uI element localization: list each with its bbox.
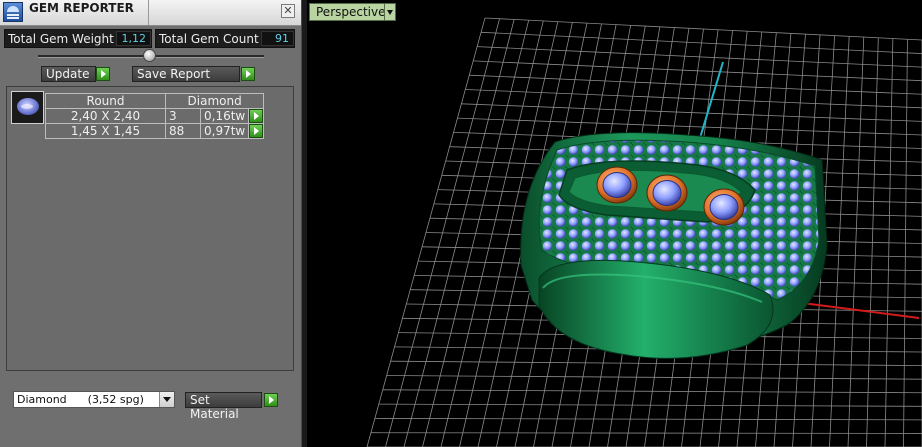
chevron-down-icon[interactable] — [384, 3, 396, 21]
total-count-label: Total Gem Count — [159, 32, 259, 46]
header-material: Diamond — [164, 93, 265, 109]
total-count-field: 91 — [261, 31, 294, 46]
row-play-arrow-icon[interactable] — [249, 124, 264, 138]
gem-weight: 0,16tw — [199, 108, 250, 124]
gem-list: Round Diamond 2,40 X 2,40 3 0,16tw 1,45 … — [6, 86, 294, 371]
3d-viewport[interactable]: Perspective — [307, 0, 922, 447]
viewport-scene — [366, 17, 922, 447]
update-button-label: Update — [46, 67, 90, 81]
row-play-arrow-icon[interactable] — [249, 109, 264, 123]
gem-size: 2,40 X 2,40 — [45, 108, 166, 124]
header-shape: Round — [45, 93, 166, 109]
ring-model[interactable] — [520, 132, 828, 359]
update-play-arrow-icon[interactable] — [96, 67, 110, 81]
gem-count: 3 — [165, 108, 201, 124]
size-slider-handle[interactable] — [143, 49, 156, 62]
save-report-play-arrow-icon[interactable] — [241, 67, 255, 81]
title-divider — [148, 0, 149, 25]
gem-reporter-icon — [3, 2, 23, 22]
update-button[interactable]: Update — [41, 66, 96, 82]
close-icon[interactable]: ✕ — [281, 4, 295, 18]
material-select[interactable]: Diamond (3,52 spg) — [13, 391, 175, 408]
round-diamond-icon[interactable] — [11, 91, 44, 124]
set-material-button-label: Set Material — [190, 393, 239, 421]
title-bar: GEM REPORTER ✕ — [0, 0, 301, 26]
row-go-cell — [248, 123, 265, 139]
bezel-stone[interactable] — [703, 188, 745, 226]
total-weight-field: 1,12 — [116, 31, 151, 46]
row-go-cell — [248, 108, 265, 124]
total-weight-value: 1,12 — [121, 32, 147, 45]
total-count-box: Total Gem Count 91 — [155, 29, 295, 48]
total-weight-label: Total Gem Weight — [8, 32, 114, 46]
gem-count: 88 — [165, 123, 201, 139]
view-mode-label: Perspective — [316, 5, 386, 19]
bezel-stone[interactable] — [646, 174, 688, 212]
table-row[interactable]: 1,45 X 1,45 88 0,97tw — [45, 123, 265, 139]
set-material-play-arrow-icon[interactable] — [264, 393, 278, 407]
total-weight-box: Total Gem Weight 1,12 — [4, 29, 152, 48]
material-select-value: Diamond (3,52 spg) — [17, 393, 144, 406]
table-row[interactable]: 2,40 X 2,40 3 0,16tw — [45, 108, 265, 124]
total-count-value: 91 — [275, 32, 289, 45]
table-header-row: Round Diamond — [45, 93, 265, 109]
save-report-button[interactable]: Save Report — [132, 66, 240, 82]
gem-reporter-panel: GEM REPORTER ✕ Total Gem Weight 1,12 Tot… — [0, 0, 302, 447]
grid-line — [370, 432, 922, 434]
gem-weight: 0,97tw — [199, 123, 250, 139]
view-mode-tab[interactable]: Perspective — [309, 3, 386, 21]
set-material-button[interactable]: Set Material — [185, 392, 262, 421]
save-report-button-label: Save Report — [137, 67, 211, 81]
panel-title: GEM REPORTER — [29, 1, 134, 15]
gem-table: Round Diamond 2,40 X 2,40 3 0,16tw 1,45 … — [45, 93, 265, 139]
gem-size: 1,45 X 1,45 — [45, 123, 166, 139]
bezel-stone[interactable] — [596, 166, 638, 204]
chevron-down-icon[interactable] — [159, 392, 174, 407]
